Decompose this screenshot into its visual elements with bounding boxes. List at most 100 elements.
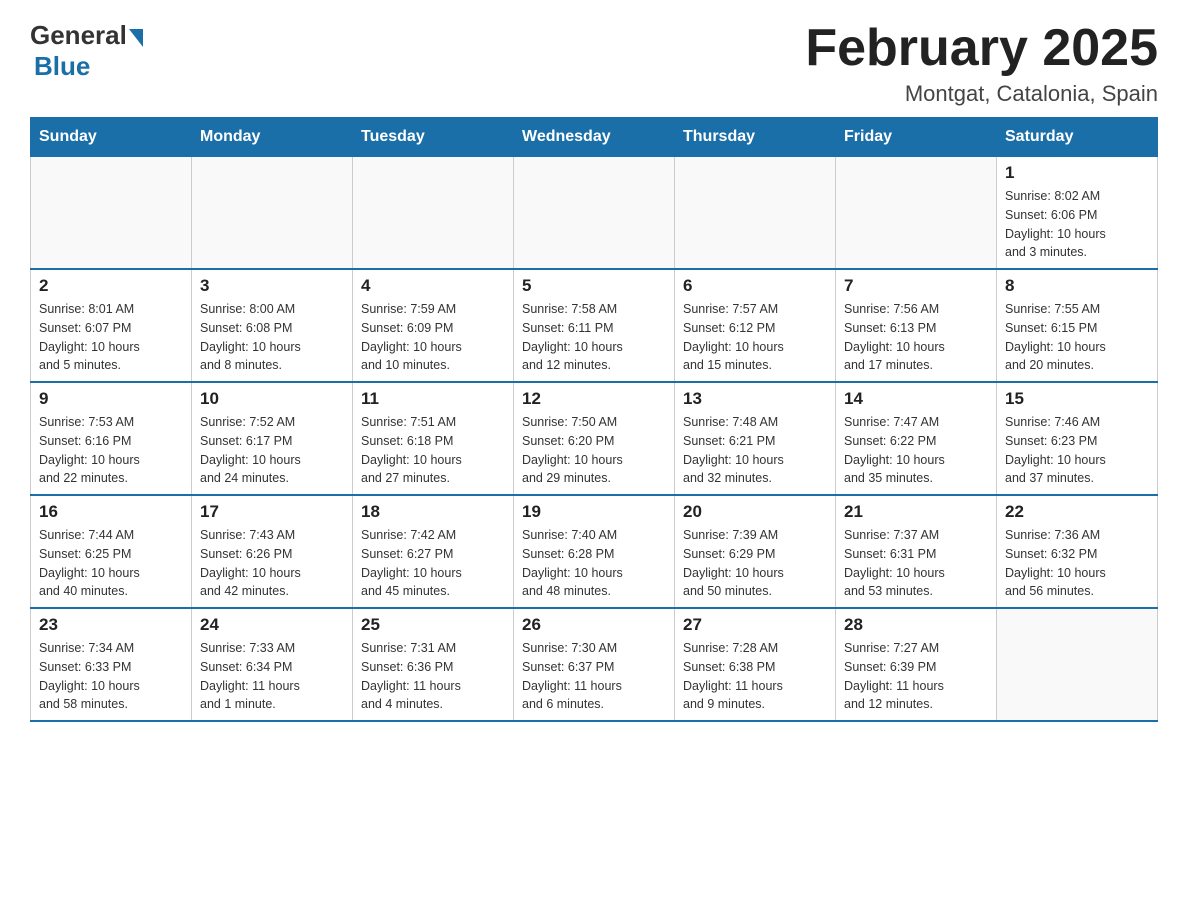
day-info: Sunrise: 7:55 AM Sunset: 6:15 PM Dayligh… <box>1005 300 1149 375</box>
calendar-cell: 6Sunrise: 7:57 AM Sunset: 6:12 PM Daylig… <box>675 269 836 382</box>
calendar-cell: 26 Sunrise: 7:30 AM Sunset: 6:37 PM Dayli… <box>514 608 675 721</box>
calendar-cell: 8 Sunrise: 7:55 AM Sunset: 6:15 PM Daylig… <box>997 269 1158 382</box>
calendar-subtitle: Montgat, Catalonia, Spain <box>805 81 1158 107</box>
title-block: February 2025 Montgat, Catalonia, Spain <box>805 20 1158 107</box>
header-day-tuesday: Tuesday <box>353 118 514 157</box>
day-number: 26 <box>522 615 666 635</box>
day-info: Sunrise: 7:51 AM Sunset: 6:18 PM Dayligh… <box>361 413 505 488</box>
calendar-cell: 24 Sunrise: 7:33 AM Sunset: 6:34 PM Dayli… <box>192 608 353 721</box>
day-info: Sunrise: 7:48 AM Sunset: 6:21 PM Dayligh… <box>683 413 827 488</box>
day-number: 5 <box>522 276 666 296</box>
day-number: 6 <box>683 276 827 296</box>
day-number: 2 <box>39 276 183 296</box>
calendar-cell: 13 Sunrise: 7:48 AM Sunset: 6:21 PM Dayli… <box>675 382 836 495</box>
calendar-cell: 15Sunrise: 7:46 AM Sunset: 6:23 PM Dayli… <box>997 382 1158 495</box>
calendar-cell: 27 Sunrise: 7:28 AM Sunset: 6:38 PM Dayli… <box>675 608 836 721</box>
logo-blue-text: Blue <box>34 51 90 82</box>
calendar-cell: 9Sunrise: 7:53 AM Sunset: 6:16 PM Daylig… <box>31 382 192 495</box>
calendar-cell: 11 Sunrise: 7:51 AM Sunset: 6:18 PM Dayli… <box>353 382 514 495</box>
calendar-cell: 3Sunrise: 8:00 AM Sunset: 6:08 PM Daylig… <box>192 269 353 382</box>
day-info: Sunrise: 7:36 AM Sunset: 6:32 PM Dayligh… <box>1005 526 1149 601</box>
header-day-sunday: Sunday <box>31 118 192 157</box>
day-number: 17 <box>200 502 344 522</box>
day-info: Sunrise: 7:56 AM Sunset: 6:13 PM Dayligh… <box>844 300 988 375</box>
calendar-cell: 5 Sunrise: 7:58 AM Sunset: 6:11 PM Daylig… <box>514 269 675 382</box>
calendar-week-5: 23 Sunrise: 7:34 AM Sunset: 6:33 PM Dayli… <box>31 608 1158 721</box>
calendar-cell <box>997 608 1158 721</box>
calendar-cell <box>836 157 997 270</box>
calendar-cell <box>31 157 192 270</box>
header-day-thursday: Thursday <box>675 118 836 157</box>
page-header: General Blue February 2025 Montgat, Cata… <box>30 20 1158 107</box>
header-day-monday: Monday <box>192 118 353 157</box>
header-day-saturday: Saturday <box>997 118 1158 157</box>
calendar-week-4: 16 Sunrise: 7:44 AM Sunset: 6:25 PM Dayli… <box>31 495 1158 608</box>
calendar-week-3: 9Sunrise: 7:53 AM Sunset: 6:16 PM Daylig… <box>31 382 1158 495</box>
day-info: Sunrise: 7:50 AM Sunset: 6:20 PM Dayligh… <box>522 413 666 488</box>
day-info: Sunrise: 8:00 AM Sunset: 6:08 PM Dayligh… <box>200 300 344 375</box>
calendar-cell <box>192 157 353 270</box>
calendar-body: 1Sunrise: 8:02 AM Sunset: 6:06 PM Daylig… <box>31 157 1158 722</box>
calendar-cell <box>353 157 514 270</box>
calendar-cell: 18Sunrise: 7:42 AM Sunset: 6:27 PM Dayli… <box>353 495 514 608</box>
day-info: Sunrise: 7:42 AM Sunset: 6:27 PM Dayligh… <box>361 526 505 601</box>
day-number: 10 <box>200 389 344 409</box>
calendar-cell: 28Sunrise: 7:27 AM Sunset: 6:39 PM Dayli… <box>836 608 997 721</box>
calendar-cell: 22 Sunrise: 7:36 AM Sunset: 6:32 PM Dayli… <box>997 495 1158 608</box>
calendar-cell: 10Sunrise: 7:52 AM Sunset: 6:17 PM Dayli… <box>192 382 353 495</box>
calendar-cell <box>514 157 675 270</box>
day-info: Sunrise: 7:30 AM Sunset: 6:37 PM Dayligh… <box>522 639 666 714</box>
day-number: 9 <box>39 389 183 409</box>
day-number: 11 <box>361 389 505 409</box>
calendar-title: February 2025 <box>805 20 1158 77</box>
calendar-cell <box>675 157 836 270</box>
day-info: Sunrise: 7:31 AM Sunset: 6:36 PM Dayligh… <box>361 639 505 714</box>
day-info: Sunrise: 7:33 AM Sunset: 6:34 PM Dayligh… <box>200 639 344 714</box>
day-info: Sunrise: 7:59 AM Sunset: 6:09 PM Dayligh… <box>361 300 505 375</box>
header-day-wednesday: Wednesday <box>514 118 675 157</box>
calendar-header: SundayMondayTuesdayWednesdayThursdayFrid… <box>31 118 1158 157</box>
calendar-week-2: 2 Sunrise: 8:01 AM Sunset: 6:07 PM Daylig… <box>31 269 1158 382</box>
day-info: Sunrise: 7:40 AM Sunset: 6:28 PM Dayligh… <box>522 526 666 601</box>
day-info: Sunrise: 7:46 AM Sunset: 6:23 PM Dayligh… <box>1005 413 1149 488</box>
day-info: Sunrise: 7:58 AM Sunset: 6:11 PM Dayligh… <box>522 300 666 375</box>
day-number: 7 <box>844 276 988 296</box>
day-info: Sunrise: 8:01 AM Sunset: 6:07 PM Dayligh… <box>39 300 183 375</box>
logo-general-text: General <box>30 20 127 51</box>
day-number: 21 <box>844 502 988 522</box>
calendar-cell: 12 Sunrise: 7:50 AM Sunset: 6:20 PM Dayli… <box>514 382 675 495</box>
calendar-cell: 17 Sunrise: 7:43 AM Sunset: 6:26 PM Dayli… <box>192 495 353 608</box>
calendar-cell: 16 Sunrise: 7:44 AM Sunset: 6:25 PM Dayli… <box>31 495 192 608</box>
calendar-cell: 14Sunrise: 7:47 AM Sunset: 6:22 PM Dayli… <box>836 382 997 495</box>
day-number: 27 <box>683 615 827 635</box>
day-number: 28 <box>844 615 988 635</box>
calendar-cell: 25 Sunrise: 7:31 AM Sunset: 6:36 PM Dayli… <box>353 608 514 721</box>
day-info: Sunrise: 7:37 AM Sunset: 6:31 PM Dayligh… <box>844 526 988 601</box>
calendar-cell: 7 Sunrise: 7:56 AM Sunset: 6:13 PM Daylig… <box>836 269 997 382</box>
day-number: 19 <box>522 502 666 522</box>
day-number: 25 <box>361 615 505 635</box>
day-info: Sunrise: 7:28 AM Sunset: 6:38 PM Dayligh… <box>683 639 827 714</box>
calendar-cell: 21 Sunrise: 7:37 AM Sunset: 6:31 PM Dayli… <box>836 495 997 608</box>
header-day-friday: Friday <box>836 118 997 157</box>
day-info: Sunrise: 7:43 AM Sunset: 6:26 PM Dayligh… <box>200 526 344 601</box>
day-number: 20 <box>683 502 827 522</box>
day-number: 8 <box>1005 276 1149 296</box>
day-number: 22 <box>1005 502 1149 522</box>
calendar-cell: 23 Sunrise: 7:34 AM Sunset: 6:33 PM Dayli… <box>31 608 192 721</box>
calendar-cell: 19 Sunrise: 7:40 AM Sunset: 6:28 PM Dayli… <box>514 495 675 608</box>
day-number: 12 <box>522 389 666 409</box>
day-info: Sunrise: 7:39 AM Sunset: 6:29 PM Dayligh… <box>683 526 827 601</box>
calendar-week-1: 1Sunrise: 8:02 AM Sunset: 6:06 PM Daylig… <box>31 157 1158 270</box>
calendar-cell: 20 Sunrise: 7:39 AM Sunset: 6:29 PM Dayli… <box>675 495 836 608</box>
calendar-cell: 1Sunrise: 8:02 AM Sunset: 6:06 PM Daylig… <box>997 157 1158 270</box>
day-info: Sunrise: 7:34 AM Sunset: 6:33 PM Dayligh… <box>39 639 183 714</box>
calendar-cell: 2 Sunrise: 8:01 AM Sunset: 6:07 PM Daylig… <box>31 269 192 382</box>
day-number: 13 <box>683 389 827 409</box>
day-info: Sunrise: 8:02 AM Sunset: 6:06 PM Dayligh… <box>1005 187 1149 262</box>
day-number: 23 <box>39 615 183 635</box>
logo-arrow-icon <box>129 29 143 47</box>
day-number: 24 <box>200 615 344 635</box>
day-info: Sunrise: 7:44 AM Sunset: 6:25 PM Dayligh… <box>39 526 183 601</box>
day-number: 16 <box>39 502 183 522</box>
